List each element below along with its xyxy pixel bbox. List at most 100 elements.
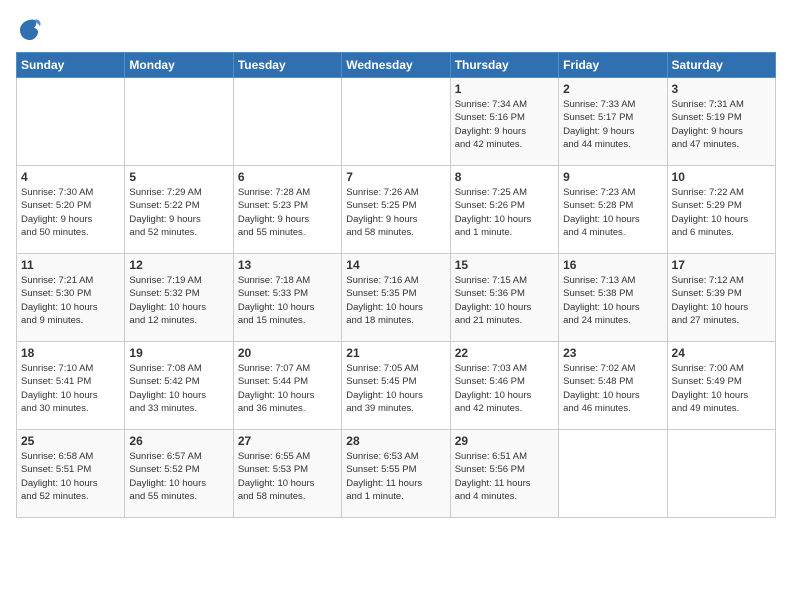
header-thursday: Thursday	[450, 53, 558, 78]
calendar-cell: 11 Sunrise: 7:21 AM Sunset: 5:30 PM Dayli…	[17, 254, 125, 342]
day-number: 1	[455, 82, 554, 96]
calendar-cell: 19Sunrise: 7:08 AM Sunset: 5:42 PM Dayli…	[125, 342, 233, 430]
day-info: Sunrise: 7:28 AM Sunset: 5:23 PM Dayligh…	[238, 186, 337, 239]
day-number: 15	[455, 258, 554, 272]
day-number: 7	[346, 170, 445, 184]
day-number: 5	[129, 170, 228, 184]
calendar-cell: 5 Sunrise: 7:29 AM Sunset: 5:22 PM Daylig…	[125, 166, 233, 254]
day-number: 4	[21, 170, 120, 184]
day-info: Sunrise: 7:23 AM Sunset: 5:28 PM Dayligh…	[563, 186, 662, 239]
day-number: 13	[238, 258, 337, 272]
day-number: 18	[21, 346, 120, 360]
logo	[16, 16, 48, 44]
day-number: 28	[346, 434, 445, 448]
calendar-cell: 9 Sunrise: 7:23 AM Sunset: 5:28 PM Daylig…	[559, 166, 667, 254]
day-number: 14	[346, 258, 445, 272]
day-number: 2	[563, 82, 662, 96]
calendar-cell: 7Sunrise: 7:26 AM Sunset: 5:25 PM Daylig…	[342, 166, 450, 254]
calendar-cell: 22 Sunrise: 7:03 AM Sunset: 5:46 PM Dayli…	[450, 342, 558, 430]
calendar-cell: 27 Sunrise: 6:55 AM Sunset: 5:53 PM Dayli…	[233, 430, 341, 518]
day-info: Sunrise: 6:51 AM Sunset: 5:56 PM Dayligh…	[455, 450, 554, 503]
day-number: 16	[563, 258, 662, 272]
day-info: Sunrise: 7:02 AM Sunset: 5:48 PM Dayligh…	[563, 362, 662, 415]
day-info: Sunrise: 7:03 AM Sunset: 5:46 PM Dayligh…	[455, 362, 554, 415]
day-info: Sunrise: 7:31 AM Sunset: 5:19 PM Dayligh…	[672, 98, 771, 151]
calendar-cell	[17, 78, 125, 166]
day-info: Sunrise: 6:57 AM Sunset: 5:52 PM Dayligh…	[129, 450, 228, 503]
day-info: Sunrise: 7:19 AM Sunset: 5:32 PM Dayligh…	[129, 274, 228, 327]
calendar-cell: 21 Sunrise: 7:05 AM Sunset: 5:45 PM Dayli…	[342, 342, 450, 430]
day-number: 29	[455, 434, 554, 448]
logo-icon	[16, 16, 44, 44]
calendar-cell: 29 Sunrise: 6:51 AM Sunset: 5:56 PM Dayli…	[450, 430, 558, 518]
day-number: 8	[455, 170, 554, 184]
day-info: Sunrise: 7:12 AM Sunset: 5:39 PM Dayligh…	[672, 274, 771, 327]
calendar-cell: 10 Sunrise: 7:22 AM Sunset: 5:29 PM Dayli…	[667, 166, 775, 254]
day-number: 3	[672, 82, 771, 96]
day-number: 23	[563, 346, 662, 360]
page-header	[16, 16, 776, 44]
day-number: 10	[672, 170, 771, 184]
day-number: 21	[346, 346, 445, 360]
calendar-cell: 24 Sunrise: 7:00 AM Sunset: 5:49 PM Dayli…	[667, 342, 775, 430]
calendar-week-row: 25 Sunrise: 6:58 AM Sunset: 5:51 PM Dayli…	[17, 430, 776, 518]
calendar-cell: 8 Sunrise: 7:25 AM Sunset: 5:26 PM Daylig…	[450, 166, 558, 254]
calendar-week-row: 4 Sunrise: 7:30 AM Sunset: 5:20 PM Daylig…	[17, 166, 776, 254]
header-friday: Friday	[559, 53, 667, 78]
calendar-cell: 3 Sunrise: 7:31 AM Sunset: 5:19 PM Daylig…	[667, 78, 775, 166]
day-number: 22	[455, 346, 554, 360]
day-info: Sunrise: 7:05 AM Sunset: 5:45 PM Dayligh…	[346, 362, 445, 415]
day-info: Sunrise: 7:21 AM Sunset: 5:30 PM Dayligh…	[21, 274, 120, 327]
calendar-cell: 1 Sunrise: 7:34 AM Sunset: 5:16 PM Daylig…	[450, 78, 558, 166]
day-number: 27	[238, 434, 337, 448]
calendar-cell: 6Sunrise: 7:28 AM Sunset: 5:23 PM Daylig…	[233, 166, 341, 254]
day-info: Sunrise: 7:18 AM Sunset: 5:33 PM Dayligh…	[238, 274, 337, 327]
header-wednesday: Wednesday	[342, 53, 450, 78]
day-number: 24	[672, 346, 771, 360]
day-info: Sunrise: 7:33 AM Sunset: 5:17 PM Dayligh…	[563, 98, 662, 151]
day-info: Sunrise: 7:22 AM Sunset: 5:29 PM Dayligh…	[672, 186, 771, 239]
calendar-cell: 26 Sunrise: 6:57 AM Sunset: 5:52 PM Dayli…	[125, 430, 233, 518]
calendar-cell: 14Sunrise: 7:16 AM Sunset: 5:35 PM Dayli…	[342, 254, 450, 342]
calendar-week-row: 1 Sunrise: 7:34 AM Sunset: 5:16 PM Daylig…	[17, 78, 776, 166]
day-info: Sunrise: 6:53 AM Sunset: 5:55 PM Dayligh…	[346, 450, 445, 503]
calendar-cell	[125, 78, 233, 166]
calendar-week-row: 11 Sunrise: 7:21 AM Sunset: 5:30 PM Dayli…	[17, 254, 776, 342]
day-number: 20	[238, 346, 337, 360]
calendar-cell	[233, 78, 341, 166]
header-sunday: Sunday	[17, 53, 125, 78]
day-info: Sunrise: 7:25 AM Sunset: 5:26 PM Dayligh…	[455, 186, 554, 239]
calendar-cell: 2 Sunrise: 7:33 AM Sunset: 5:17 PM Daylig…	[559, 78, 667, 166]
calendar-cell: 18 Sunrise: 7:10 AM Sunset: 5:41 PM Dayli…	[17, 342, 125, 430]
calendar-cell: 28 Sunrise: 6:53 AM Sunset: 5:55 PM Dayli…	[342, 430, 450, 518]
calendar-cell: 13 Sunrise: 7:18 AM Sunset: 5:33 PM Dayli…	[233, 254, 341, 342]
day-number: 26	[129, 434, 228, 448]
day-number: 19	[129, 346, 228, 360]
calendar-cell	[342, 78, 450, 166]
day-info: Sunrise: 6:58 AM Sunset: 5:51 PM Dayligh…	[21, 450, 120, 503]
day-number: 17	[672, 258, 771, 272]
day-number: 9	[563, 170, 662, 184]
calendar-cell: 4 Sunrise: 7:30 AM Sunset: 5:20 PM Daylig…	[17, 166, 125, 254]
day-info: Sunrise: 7:10 AM Sunset: 5:41 PM Dayligh…	[21, 362, 120, 415]
day-info: Sunrise: 7:00 AM Sunset: 5:49 PM Dayligh…	[672, 362, 771, 415]
day-info: Sunrise: 7:30 AM Sunset: 5:20 PM Dayligh…	[21, 186, 120, 239]
day-info: Sunrise: 7:29 AM Sunset: 5:22 PM Dayligh…	[129, 186, 228, 239]
day-info: Sunrise: 7:13 AM Sunset: 5:38 PM Dayligh…	[563, 274, 662, 327]
day-info: Sunrise: 7:34 AM Sunset: 5:16 PM Dayligh…	[455, 98, 554, 151]
calendar-cell: 17 Sunrise: 7:12 AM Sunset: 5:39 PM Dayli…	[667, 254, 775, 342]
calendar-week-row: 18 Sunrise: 7:10 AM Sunset: 5:41 PM Dayli…	[17, 342, 776, 430]
calendar-cell: 25 Sunrise: 6:58 AM Sunset: 5:51 PM Dayli…	[17, 430, 125, 518]
day-info: Sunrise: 6:55 AM Sunset: 5:53 PM Dayligh…	[238, 450, 337, 503]
calendar-cell	[667, 430, 775, 518]
calendar-header-row: SundayMondayTuesdayWednesdayThursdayFrid…	[17, 53, 776, 78]
calendar-cell: 16 Sunrise: 7:13 AM Sunset: 5:38 PM Dayli…	[559, 254, 667, 342]
header-tuesday: Tuesday	[233, 53, 341, 78]
calendar-cell: 20 Sunrise: 7:07 AM Sunset: 5:44 PM Dayli…	[233, 342, 341, 430]
header-monday: Monday	[125, 53, 233, 78]
day-info: Sunrise: 7:15 AM Sunset: 5:36 PM Dayligh…	[455, 274, 554, 327]
day-number: 11	[21, 258, 120, 272]
day-info: Sunrise: 7:07 AM Sunset: 5:44 PM Dayligh…	[238, 362, 337, 415]
day-number: 25	[21, 434, 120, 448]
header-saturday: Saturday	[667, 53, 775, 78]
